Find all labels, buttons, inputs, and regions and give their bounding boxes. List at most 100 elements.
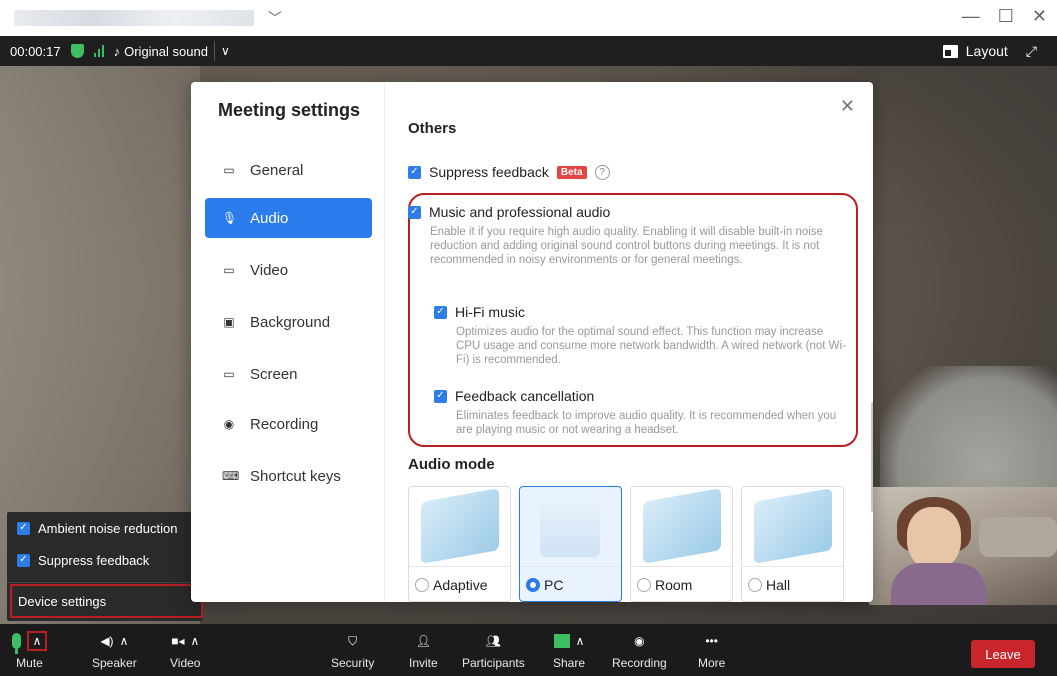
- participant-thumbnail[interactable]: [869, 487, 1057, 605]
- speaker-label: Speaker: [92, 656, 137, 670]
- chevron-down-icon[interactable]: ∨: [221, 44, 230, 58]
- divider: [520, 566, 621, 567]
- security-button[interactable]: ⛉ Security: [331, 628, 374, 671]
- adaptive-mode-illustration: [421, 488, 499, 564]
- settings-content: Others ✓ Suppress feedback Beta ? ✓ Musi…: [408, 82, 858, 602]
- checkbox-checked-icon[interactable]: ✓: [17, 553, 30, 567]
- mute-button[interactable]: ∧ Mute: [12, 628, 47, 670]
- hifi-label: Hi-Fi music: [455, 304, 525, 320]
- more-button[interactable]: ••• More: [698, 628, 725, 670]
- nav-item-screen[interactable]: ▭ Screen: [205, 354, 372, 394]
- ambient-noise-label: Ambient noise reduction: [38, 520, 178, 536]
- nav-item-shortcut-keys[interactable]: ⌨ Shortcut keys: [205, 456, 372, 496]
- audio-mode-options: Adaptive PC Room Hall: [408, 486, 844, 602]
- record-icon: ◉: [223, 417, 235, 431]
- mic-icon[interactable]: [12, 633, 21, 654]
- signal-strength-icon[interactable]: [93, 45, 104, 57]
- mute-label: Mute: [16, 656, 43, 670]
- invite-label: Invite: [409, 656, 438, 670]
- nav-item-label: Background: [250, 313, 331, 331]
- nav-item-label: Screen: [250, 365, 298, 383]
- mode-radio[interactable]: Room: [637, 577, 692, 593]
- meeting-info-bar: 00:00:17 ♪ Original sound ∨ Layout ⤢: [0, 36, 1057, 66]
- meeting-toolbar: ∧ Mute ◀) ∧ Speaker ■◂ ∧ Video ⛉ Securit…: [0, 624, 1057, 676]
- beta-badge: Beta: [556, 165, 587, 179]
- general-icon: ▭: [223, 163, 235, 177]
- fullscreen-icon[interactable]: ⤢: [1026, 43, 1037, 60]
- device-settings-item[interactable]: Device settings: [10, 584, 203, 618]
- help-icon[interactable]: ?: [594, 164, 610, 180]
- checkbox-checked-icon[interactable]: ✓: [434, 305, 447, 319]
- chevron-up-icon[interactable]: ∧: [120, 634, 129, 648]
- chevron-up-icon[interactable]: ∧: [576, 634, 585, 648]
- mode-radio[interactable]: Hall: [748, 577, 790, 593]
- nav-item-recording[interactable]: ◉ Recording: [205, 404, 372, 444]
- chevron-up-icon[interactable]: ∧: [190, 634, 199, 648]
- chevron-down-icon[interactable]: ﹀: [268, 8, 282, 28]
- radio-unselected-icon[interactable]: [637, 578, 651, 592]
- share-button[interactable]: ∧ Share: [553, 628, 585, 670]
- nav-item-background[interactable]: ▣ Background: [205, 302, 372, 342]
- video-button[interactable]: ■◂ ∧ Video: [170, 628, 200, 670]
- background-icon: ▣: [223, 315, 235, 329]
- minimize-button[interactable]: —: [962, 6, 980, 27]
- nav-item-general[interactable]: ▭ General: [205, 150, 372, 190]
- mode-hall[interactable]: Hall: [741, 486, 844, 602]
- radio-unselected-icon[interactable]: [415, 578, 429, 592]
- nav-item-video[interactable]: ▭ Video: [205, 250, 372, 290]
- suppress-feedback-option[interactable]: ✓ Suppress feedback: [7, 544, 203, 576]
- speaker-icon[interactable]: ◀): [100, 634, 113, 648]
- layout-label: Layout: [965, 43, 1008, 59]
- invite-button[interactable]: 👤︎ Invite: [409, 628, 438, 670]
- feedback-cancellation-setting[interactable]: ✓ Feedback cancellation: [434, 388, 594, 404]
- mode-label: Room: [655, 577, 693, 593]
- content-scrollbar[interactable]: [871, 402, 873, 512]
- layout-button[interactable]: Layout ⤢: [942, 36, 1037, 66]
- pc-mode-illustration: [540, 495, 600, 557]
- original-sound-label[interactable]: Original sound: [124, 44, 208, 59]
- others-section-title: Others: [408, 120, 457, 137]
- nav-item-label: Audio: [250, 209, 289, 227]
- mode-adaptive[interactable]: Adaptive: [408, 486, 511, 602]
- music-professional-audio-setting[interactable]: ✓ Music and professional audio: [408, 204, 610, 220]
- share-label: Share: [553, 656, 586, 670]
- room-mode-illustration: [643, 488, 721, 564]
- checkbox-checked-icon[interactable]: ✓: [434, 389, 447, 403]
- nav-item-label: Shortcut keys: [250, 467, 341, 485]
- chevron-up-icon[interactable]: ∧: [27, 631, 47, 651]
- participants-button[interactable]: 👥︎ Participants: [462, 628, 525, 670]
- hifi-music-setting[interactable]: ✓ Hi-Fi music: [434, 304, 525, 320]
- radio-selected-icon[interactable]: [526, 578, 540, 592]
- video-controls: ■◂ ∧: [171, 628, 199, 654]
- mode-pc[interactable]: PC: [519, 486, 622, 602]
- more-icon: •••: [705, 634, 718, 648]
- thumbnail-face: [907, 507, 961, 569]
- leave-button[interactable]: Leave: [971, 640, 1035, 668]
- checkbox-checked-icon[interactable]: ✓: [408, 165, 421, 179]
- maximize-button[interactable]: ☐: [998, 6, 1014, 27]
- speaker-button[interactable]: ◀) ∧ Speaker: [92, 628, 137, 670]
- mode-room[interactable]: Room: [630, 486, 733, 602]
- checkbox-checked-icon[interactable]: ✓: [17, 521, 30, 535]
- security-shield-icon[interactable]: [70, 44, 84, 58]
- camera-icon[interactable]: ■◂: [171, 634, 184, 648]
- recording-button[interactable]: ◉ Recording: [612, 628, 667, 670]
- mode-radio[interactable]: PC: [526, 577, 563, 593]
- mic-icon: 🎙︎: [222, 211, 238, 225]
- share-icon[interactable]: [553, 634, 570, 648]
- video-label: Video: [170, 656, 201, 670]
- nav-item-label: Recording: [250, 415, 319, 433]
- original-sound-icon: ♪: [113, 43, 121, 59]
- mode-label: Adaptive: [433, 577, 488, 593]
- radio-unselected-icon[interactable]: [748, 578, 762, 592]
- mode-radio[interactable]: Adaptive: [415, 577, 487, 593]
- screen-icon: ▭: [223, 367, 235, 381]
- checkbox-checked-icon[interactable]: ✓: [408, 205, 421, 219]
- ambient-noise-option[interactable]: ✓ Ambient noise reduction: [7, 512, 203, 544]
- suppress-feedback-setting[interactable]: ✓ Suppress feedback Beta ?: [408, 164, 610, 180]
- close-window-button[interactable]: ✕: [1032, 6, 1047, 27]
- recording-label: Recording: [612, 656, 667, 670]
- camera-icon: ▭: [223, 263, 235, 277]
- participants-label: Participants: [462, 656, 525, 670]
- nav-item-audio[interactable]: 🎙︎ Audio: [205, 198, 372, 238]
